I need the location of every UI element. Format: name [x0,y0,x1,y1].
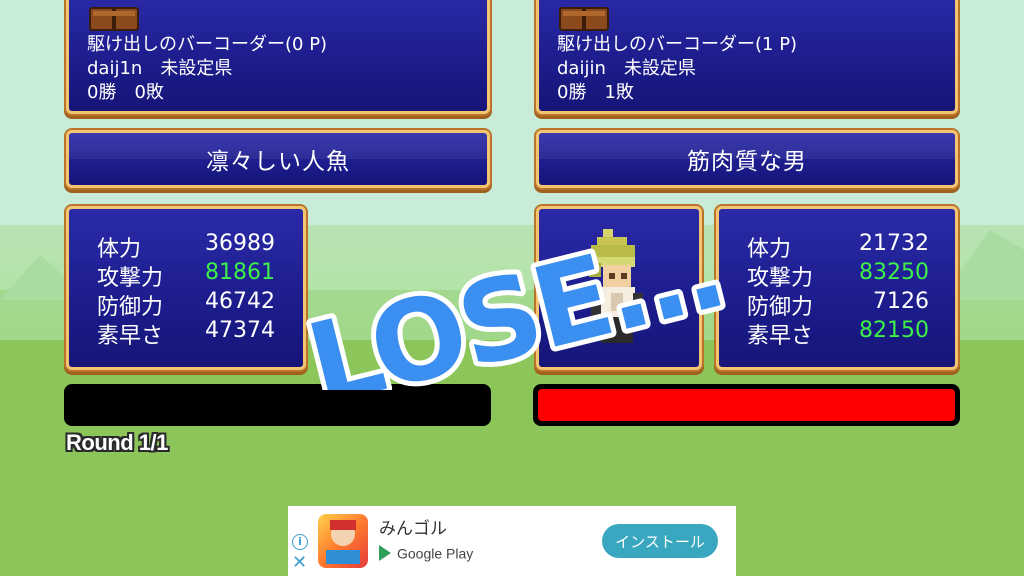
stat-value: 82150 [859,318,929,343]
ad-app-name[interactable]: みんゴル [379,514,447,539]
left-player-info-panel: 駆け出しのバーコーダー(0 P) daij1n 未設定県 0勝 0敗 [66,0,490,114]
google-play-label: Google Play [379,544,474,562]
right-player-user: daijin 未設定県 [557,58,696,79]
treasure-chest-icon [89,7,139,31]
right-hp-bar [533,384,960,426]
left-player-title: 駆け出しのバーコーダー(0 P) [87,34,328,55]
stat-value: 7126 [873,289,929,314]
left-character-name: 凛々しい人魚 [206,149,350,175]
stat-label: 攻撃力 [747,266,814,291]
right-player-record: 0勝 1敗 [557,82,634,103]
stat-label: 体力 [97,237,142,262]
right-stats-panel: 体力 21732 攻撃力 83250 防御力 7126 素早さ 82150 [716,206,958,370]
ad-banner[interactable]: i ✕ みんゴル Google Play インストール [288,506,736,576]
info-icon[interactable]: i [292,534,308,550]
right-player-title: 駆け出しのバーコーダー(1 P) [557,34,798,55]
left-player-record: 0勝 0敗 [87,82,164,103]
round-indicator: Round 1/1 [66,430,168,455]
stat-value: 83250 [859,260,929,285]
right-player-info-panel: 駆け出しのバーコーダー(1 P) daijin 未設定県 0勝 1敗 [536,0,958,114]
close-icon[interactable]: ✕ [292,554,307,572]
left-stats-panel: 体力 36989 攻撃力 81861 防御力 46742 素早さ 47374 [66,206,306,370]
stat-value: 47374 [205,318,275,343]
right-character-portrait-panel [536,206,702,370]
right-character-name-panel: 筋肉質な男 [536,130,958,188]
stat-label: 素早さ [97,324,164,349]
stat-value: 81861 [205,260,275,285]
google-play-icon [379,545,391,562]
stat-label: 防御力 [747,295,814,320]
stat-value: 21732 [859,231,929,256]
stat-label: 防御力 [97,295,164,320]
install-button[interactable]: インストール [602,524,718,558]
left-hp-bar [64,384,491,426]
right-hp-bar-fill [538,389,955,421]
left-player-user: daij1n 未設定県 [87,58,233,79]
app-icon[interactable] [318,514,368,568]
stat-label: 攻撃力 [97,266,164,291]
right-character-name: 筋肉質な男 [687,149,807,175]
left-character-name-panel: 凛々しい人魚 [66,130,490,188]
stat-label: 体力 [747,237,792,262]
character-sprite [589,229,643,343]
treasure-chest-icon [559,7,609,31]
stat-value: 36989 [205,231,275,256]
google-play-text: Google Play [397,545,474,562]
stat-value: 46742 [205,289,275,314]
stat-label: 素早さ [747,324,814,349]
